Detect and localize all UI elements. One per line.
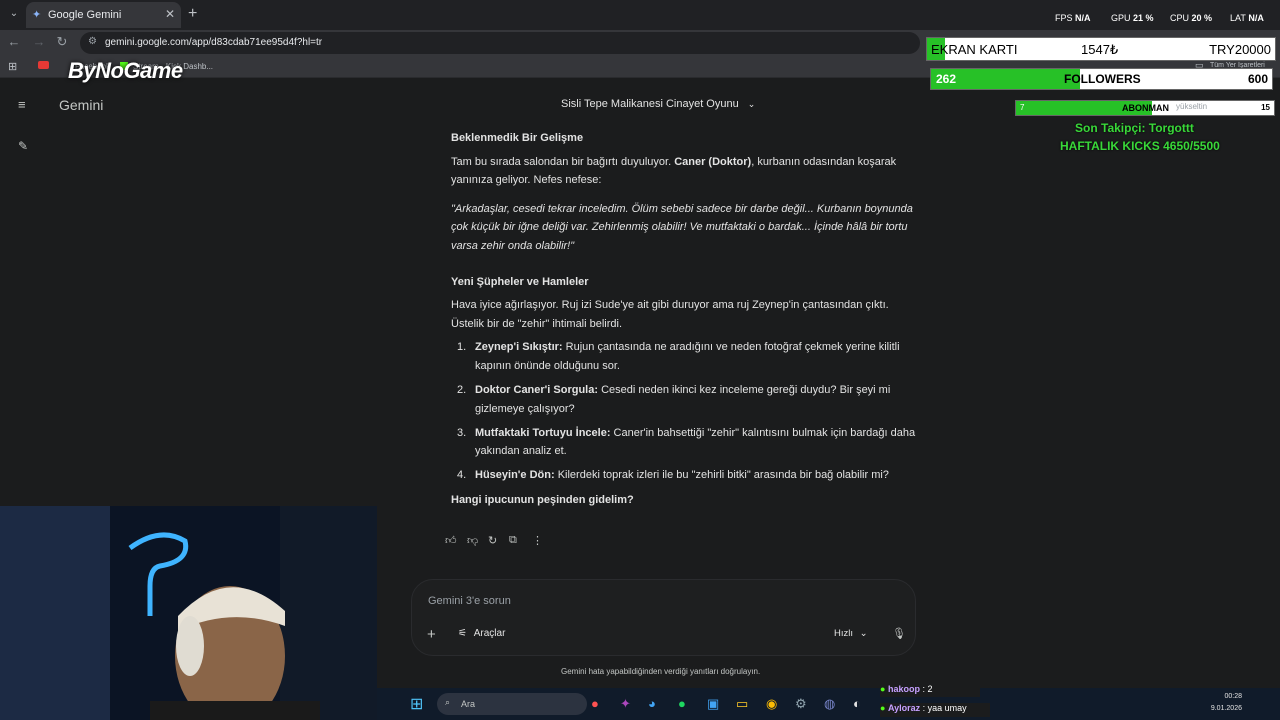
microphone-icon[interactable]: 🎙︎ bbox=[892, 627, 906, 640]
windows-taskbar: ⊞ ⌕ Ara ● ✦ ◕ ● ▣ ▭ ◉ ⚙ ◍ ◐ 00:28 9.01.2… bbox=[377, 688, 1280, 720]
section-heading-development: Beklenmedik Bir Gelişme bbox=[451, 132, 584, 144]
menu-icon[interactable]: ≡ bbox=[18, 97, 26, 112]
prompt-box: Gemini 3'e sorun + ⚟ Araçlar Hızlı ⌄ 🎙︎ bbox=[411, 579, 916, 656]
chevron-down-icon: ⌄ bbox=[859, 628, 868, 639]
moves-list: 1. Zeynep'i Sıkıştır: Rujun çantasında ne… bbox=[451, 338, 916, 485]
webcam-feed bbox=[0, 506, 377, 720]
bynogame-logo: ByNoGame bbox=[68, 58, 183, 83]
model-selector[interactable]: Hızlı ⌄ bbox=[834, 628, 868, 639]
close-tab-icon[interactable]: ✕ bbox=[165, 7, 175, 21]
caner-name: Caner (Doktor) bbox=[674, 155, 752, 168]
file-explorer-icon[interactable]: ▭ bbox=[736, 696, 748, 712]
clock-time: 00:28 bbox=[1224, 693, 1242, 700]
gemini-brand[interactable]: Gemini bbox=[59, 97, 103, 113]
paragraph-intro: Tam bu sırada salondan bir bağırtı duyul… bbox=[451, 155, 897, 187]
response-body: Beklenmedik Bir Gelişme Tam bu sırada sa… bbox=[451, 129, 916, 509]
regenerate-icon[interactable]: ↻ bbox=[488, 534, 497, 547]
tab-search-chevron-icon[interactable]: ⌄ bbox=[6, 6, 22, 22]
subs-goal-bar: 7 ABONMAN yükseltin 15 bbox=[1015, 100, 1275, 116]
edge-icon[interactable]: ◕ bbox=[648, 696, 656, 711]
subs-label: ABONMAN bbox=[1122, 103, 1169, 113]
cpu-stat: CPU 20 % bbox=[1170, 13, 1213, 23]
gpu-goal-bar: EKRAN KARTI 1547₺ TRY20000 bbox=[926, 37, 1276, 61]
kick-badge-icon: ● bbox=[880, 703, 886, 713]
tab-title: Google Gemini bbox=[48, 9, 122, 21]
conversation-title: Sisli Tepe Malikanesi Cinayet Oyunu bbox=[561, 98, 739, 110]
webcam-scene bbox=[0, 506, 377, 720]
list-item: 1. Zeynep'i Sıkıştır: Rujun çantasında ne… bbox=[457, 341, 900, 372]
tools-icon: ⚟ bbox=[458, 628, 467, 639]
apps-grid-icon[interactable]: ⊞ bbox=[8, 60, 17, 73]
spotify-icon[interactable]: ● bbox=[678, 696, 686, 711]
lat-stat: LAT N/A bbox=[1230, 13, 1264, 23]
kick-badge-icon: ● bbox=[880, 684, 886, 694]
copy-icon[interactable]: ⧉ bbox=[509, 534, 517, 547]
followers-current: 262 bbox=[936, 72, 957, 86]
paragraph-suspicions: Hava iyice ağırlaşıyor. Ruj izi Sude'ye … bbox=[451, 299, 889, 330]
followers-goal-bar: 262 FOLLOWERS 600 bbox=[930, 68, 1273, 90]
chevron-down-icon: ⌄ bbox=[747, 99, 756, 109]
app-icon-red[interactable]: ● bbox=[591, 696, 599, 711]
prompt-input[interactable]: Gemini 3'e sorun bbox=[428, 595, 511, 607]
closing-question: Hangi ipucunun peşinden gidelim? bbox=[451, 493, 634, 506]
gpu-goal-target: TRY20000 bbox=[1209, 42, 1271, 57]
gpu-goal-current: 1547₺ bbox=[1081, 42, 1119, 57]
list-item: 2. Doktor Caner'i Sorgula: Cesedi neden i… bbox=[457, 384, 891, 415]
list-item: 4. Hüseyin'e Dön: Kilerdeki toprak izleri… bbox=[457, 469, 889, 482]
new-tab-icon[interactable]: + bbox=[188, 5, 197, 23]
clock-date: 9.01.2026 bbox=[1210, 705, 1242, 712]
obs-icon[interactable]: ◐ bbox=[853, 696, 861, 711]
subs-current: 7 bbox=[1020, 103, 1025, 112]
disclaimer: Gemini hata yapabildiğinden verdiği yanı… bbox=[561, 667, 761, 676]
chat-message: ● hakoop : 2 bbox=[880, 684, 980, 697]
url-text: gemini.google.com/app/d83cdab71ee95d4f?h… bbox=[105, 37, 323, 48]
underlying-text: yükseltin bbox=[1176, 102, 1208, 111]
quote: "Arkadaşlar, cesedi tekrar inceledim. Öl… bbox=[451, 202, 913, 252]
followers-target: 600 bbox=[1247, 72, 1268, 86]
store-icon[interactable]: ▣ bbox=[707, 696, 719, 712]
fps-stat: FPS N/A bbox=[1055, 13, 1091, 23]
list-item: 3. Mutfaktaki Tortuyu İncele: Caner'in ba… bbox=[457, 426, 916, 458]
site-info-icon[interactable]: ⚙ bbox=[88, 36, 97, 47]
reload-icon[interactable]: ↻ bbox=[53, 34, 71, 50]
tools-button[interactable]: ⚟ Araçlar bbox=[458, 628, 505, 639]
gemini-favicon-icon: ✦ bbox=[32, 9, 42, 21]
thumbs-down-icon[interactable]: 👎︎ bbox=[467, 534, 478, 547]
last-follower: Son Takipçi: Torgottt bbox=[1075, 121, 1194, 135]
windows-start-icon[interactable]: ⊞ bbox=[410, 694, 423, 714]
search-icon: ⌕ bbox=[445, 697, 451, 707]
address-bar[interactable]: ⚙ gemini.google.com/app/d83cdab71ee95d4f… bbox=[80, 32, 920, 54]
new-chat-icon[interactable]: ✎ bbox=[18, 139, 28, 153]
chat-message: ● Ayloraz : yaa umay bbox=[880, 703, 990, 717]
copilot-icon[interactable]: ✦ bbox=[620, 696, 631, 712]
discord-icon[interactable]: ◍ bbox=[824, 696, 835, 712]
tab-google-gemini[interactable]: ✦ Google Gemini ✕ bbox=[26, 2, 181, 28]
add-attachment-icon[interactable]: + bbox=[427, 626, 436, 643]
gpu-stat: GPU 21 % bbox=[1111, 13, 1154, 23]
taskbar-search[interactable]: ⌕ Ara bbox=[437, 693, 587, 715]
subs-target: 15 bbox=[1261, 103, 1270, 112]
followers-label: FOLLOWERS bbox=[1064, 72, 1141, 86]
weekly-kicks: HAFTALIK KICKS 4650/5500 bbox=[1060, 139, 1220, 153]
thumbs-up-icon[interactable]: 👍︎ bbox=[445, 534, 457, 547]
chrome-icon[interactable]: ◉ bbox=[766, 696, 777, 712]
more-options-icon[interactable]: ⋮ bbox=[532, 534, 543, 547]
youtube-icon[interactable] bbox=[38, 61, 49, 69]
section-heading-suspicions: Yeni Şüpheler ve Hamleler bbox=[451, 275, 589, 288]
back-icon[interactable]: ← bbox=[5, 34, 23, 49]
gpu-goal-label: EKRAN KARTI bbox=[931, 42, 1018, 57]
conversation-title-button[interactable]: Sisli Tepe Malikanesi Cinayet Oyunu ⌄ bbox=[561, 98, 755, 110]
settings-icon[interactable]: ⚙ bbox=[795, 696, 807, 712]
forward-icon[interactable]: → bbox=[30, 34, 48, 49]
